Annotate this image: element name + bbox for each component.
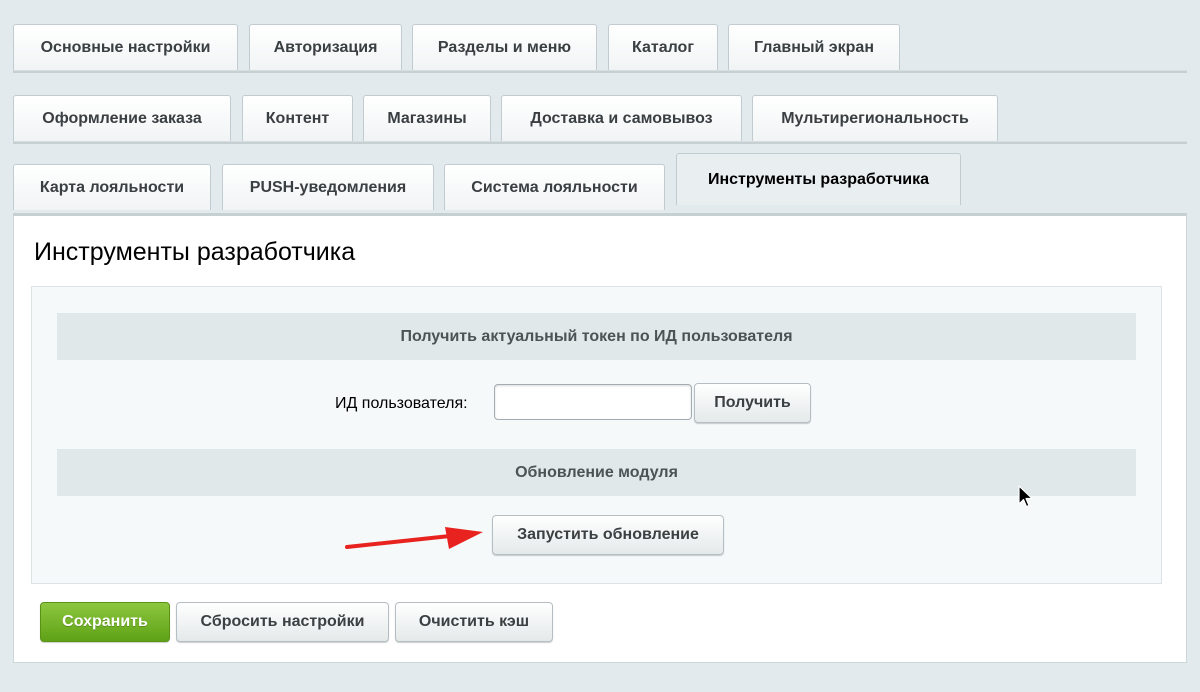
developer-tools-panel: Инструменты разработчика Получить актуал… <box>13 213 1187 663</box>
tab-catalog[interactable]: Каталог <box>608 24 718 70</box>
tab-multiregional[interactable]: Мультирегиональность <box>752 95 998 141</box>
tab-main-screen[interactable]: Главный экран <box>728 24 900 70</box>
tab-row-3: Карта лояльности PUSH-уведомления Систем… <box>13 153 1187 213</box>
tab-row-divider <box>13 141 1187 144</box>
tab-push-notifications[interactable]: PUSH-уведомления <box>222 164 434 210</box>
update-section-heading: Обновление модуля <box>57 449 1136 496</box>
tab-stores[interactable]: Магазины <box>363 95 491 141</box>
save-button[interactable]: Сохранить <box>40 602 170 642</box>
tab-developer-tools[interactable]: Инструменты разработчика <box>676 153 961 205</box>
tab-main-settings[interactable]: Основные настройки <box>13 24 238 70</box>
mouse-cursor-icon <box>1018 485 1033 508</box>
token-section-heading: Получить актуальный токен по ИД пользова… <box>57 313 1136 360</box>
reset-settings-button[interactable]: Сбросить настройки <box>176 602 389 642</box>
tab-authorization[interactable]: Авторизация <box>249 24 402 70</box>
user-id-label: ИД пользователя: <box>335 395 468 412</box>
red-arrow-icon <box>345 527 483 549</box>
tools-container: Получить актуальный токен по ИД пользова… <box>31 286 1162 584</box>
tab-row-1: Основные настройки Авторизация Разделы и… <box>13 21 1187 73</box>
tab-sections-menu[interactable]: Разделы и меню <box>412 24 597 70</box>
tab-order-checkout[interactable]: Оформление заказа <box>13 95 231 141</box>
tab-row-divider <box>13 70 1187 73</box>
tab-content[interactable]: Контент <box>242 95 353 141</box>
clear-cache-button[interactable]: Очистить кэш <box>395 602 553 642</box>
tab-loyalty-system[interactable]: Система лояльности <box>444 164 665 210</box>
run-update-button[interactable]: Запустить обновление <box>492 515 724 555</box>
user-id-input[interactable] <box>494 384 692 420</box>
tab-loyalty-card[interactable]: Карта лояльности <box>13 164 211 210</box>
tab-delivery-pickup[interactable]: Доставка и самовывоз <box>501 95 742 141</box>
page-title: Инструменты разработчика <box>34 238 356 266</box>
tab-row-2: Оформление заказа Контент Магазины Доста… <box>13 92 1187 144</box>
get-token-button[interactable]: Получить <box>694 383 811 423</box>
